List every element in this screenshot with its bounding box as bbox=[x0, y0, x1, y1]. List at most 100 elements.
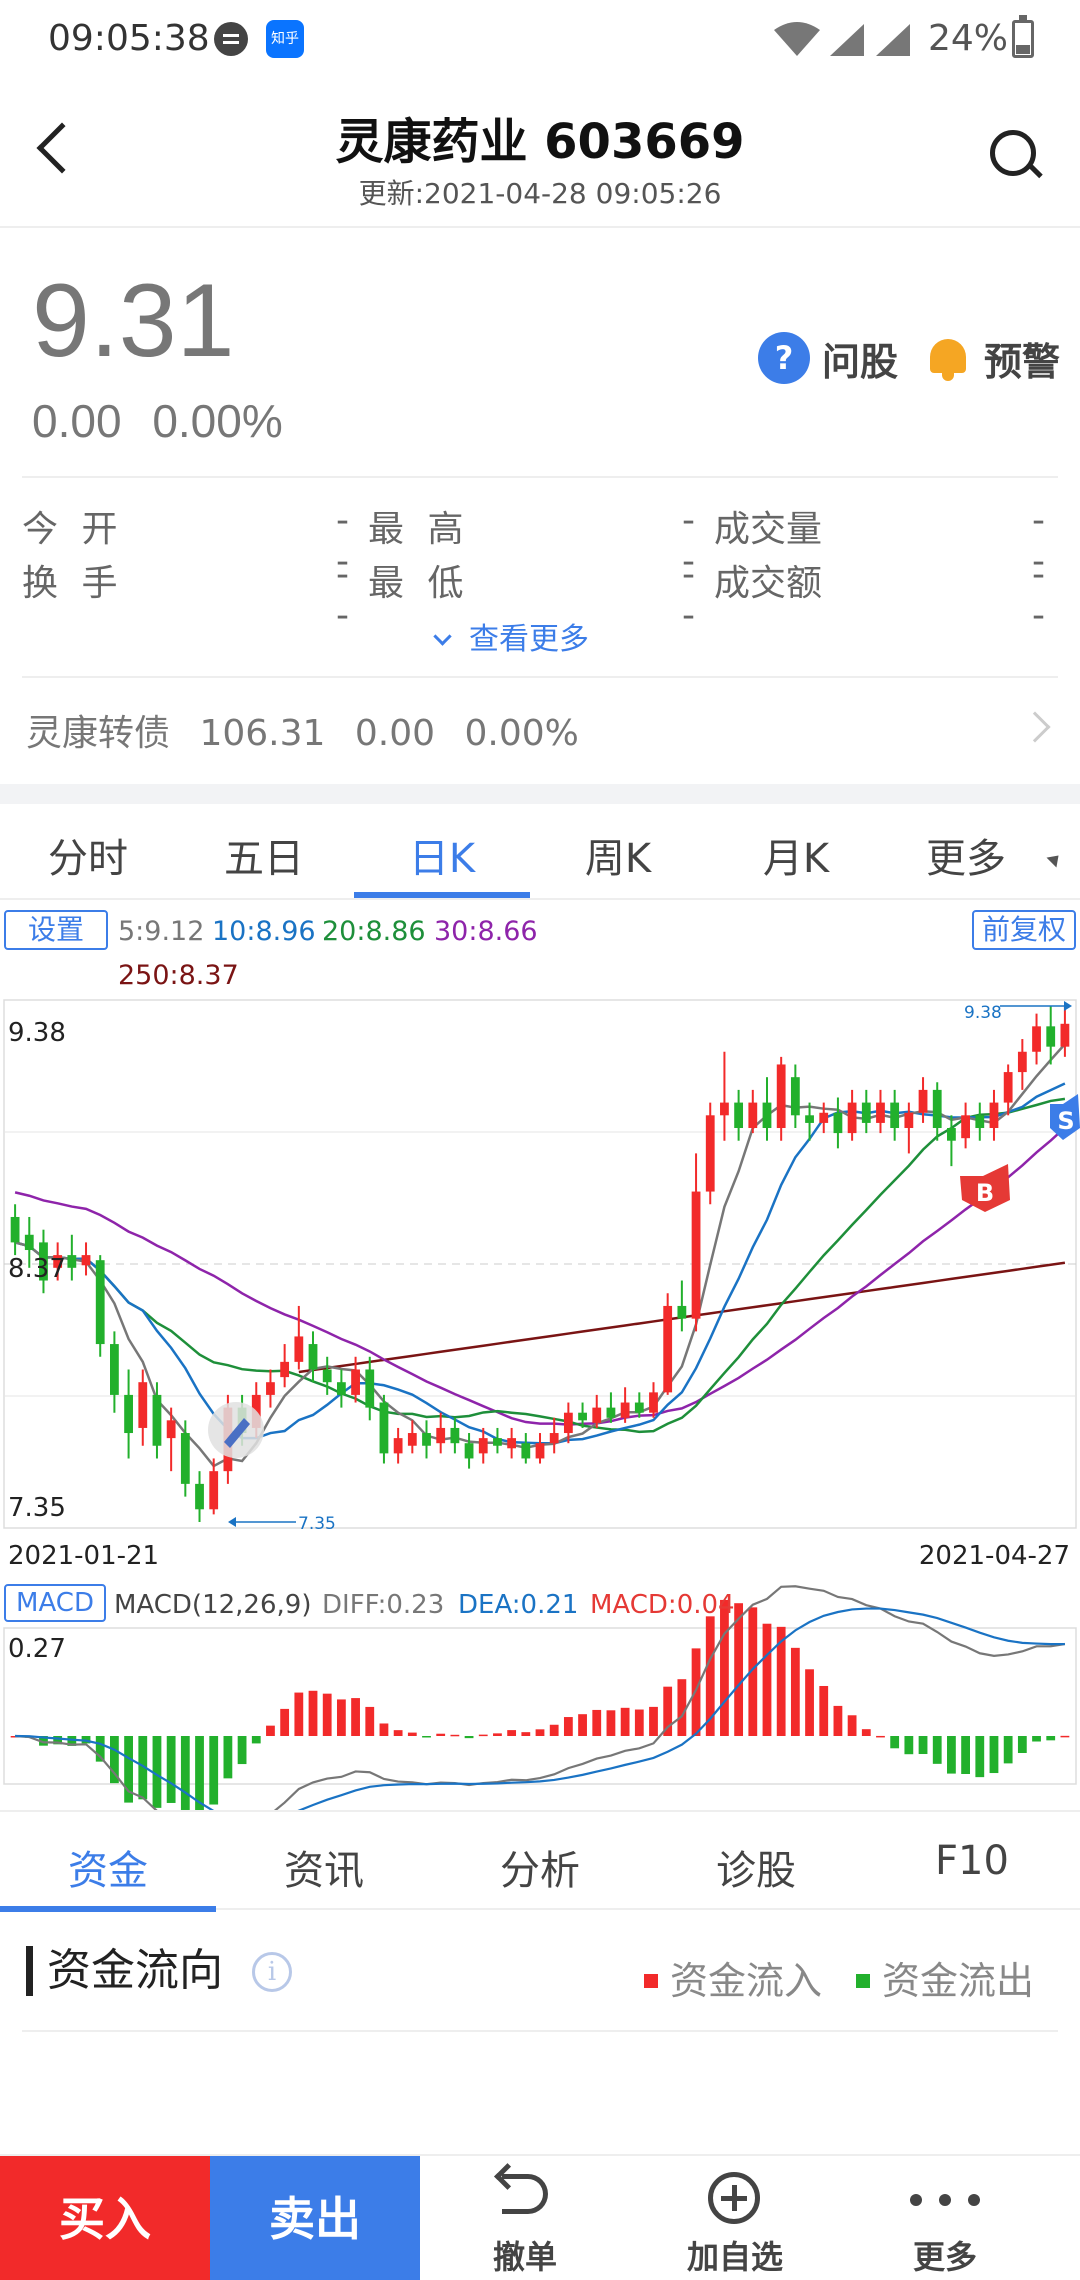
candle-body bbox=[209, 1471, 219, 1510]
high-marker-label: 9.38 bbox=[964, 1003, 1002, 1023]
candle-body bbox=[563, 1412, 573, 1434]
macd-bar bbox=[932, 1736, 942, 1764]
candle-body bbox=[308, 1344, 318, 1370]
macd-bar bbox=[805, 1669, 814, 1736]
macd-bar bbox=[961, 1736, 970, 1774]
macd-bar bbox=[493, 1733, 502, 1736]
candle-body bbox=[1032, 1026, 1041, 1052]
tab-news[interactable]: 资讯 bbox=[216, 1838, 432, 1896]
candle-body bbox=[762, 1102, 772, 1129]
macd-bar bbox=[904, 1736, 914, 1755]
candle-body bbox=[720, 1102, 729, 1116]
candle-body bbox=[507, 1438, 517, 1449]
sell-signal-label: S bbox=[1057, 1107, 1074, 1135]
buy-signal-label: B bbox=[976, 1179, 994, 1207]
more-dots-icon bbox=[910, 2194, 980, 2206]
candle-body bbox=[450, 1427, 460, 1444]
macd-bar bbox=[989, 1736, 999, 1774]
more-button[interactable]: 更多 bbox=[840, 2156, 1050, 2280]
macd-bar bbox=[762, 1623, 772, 1736]
candle-body bbox=[606, 1407, 616, 1418]
macd-bar bbox=[336, 1699, 346, 1736]
candle-body bbox=[351, 1369, 360, 1395]
undo-icon bbox=[502, 2174, 548, 2214]
candle-body bbox=[876, 1102, 885, 1123]
bottom-action-bar: 买入 卖出 撤单 加自选 更多 bbox=[0, 2154, 1080, 2280]
candle-body bbox=[81, 1255, 91, 1266]
legend-outflow: 资金流出 bbox=[856, 1950, 1034, 2005]
candle-body bbox=[776, 1064, 786, 1129]
candle-body bbox=[890, 1102, 900, 1129]
candle-body bbox=[549, 1433, 559, 1444]
macd-bar bbox=[308, 1690, 318, 1736]
macd-bar bbox=[450, 1734, 460, 1737]
info-icon[interactable]: i bbox=[252, 1952, 292, 1992]
cancel-order-button[interactable]: 撤单 bbox=[420, 2156, 630, 2280]
k-axis-max: 9.38 bbox=[8, 1018, 66, 1048]
stock-chart[interactable]: 9.38 8.37 7.35 2021-01-21 2021-04-27 9.3… bbox=[0, 0, 1080, 1810]
low-marker-label: 7.35 bbox=[298, 1514, 336, 1534]
drawing-tool-icon[interactable] bbox=[208, 1402, 264, 1458]
macd-bar bbox=[507, 1730, 517, 1736]
candle-body bbox=[677, 1305, 687, 1319]
macd-bar bbox=[634, 1709, 644, 1736]
buy-button[interactable]: 买入 bbox=[0, 2156, 210, 2280]
candle-body bbox=[705, 1115, 715, 1192]
macd-bar bbox=[606, 1710, 616, 1736]
candle-body bbox=[535, 1443, 545, 1459]
ma30-line bbox=[14, 1126, 1066, 1426]
candle-body bbox=[365, 1369, 375, 1408]
tab-f10[interactable]: F10 bbox=[864, 1838, 1080, 1884]
candle-body bbox=[166, 1420, 176, 1439]
ma10-line bbox=[14, 1082, 1066, 1445]
add-watchlist-button[interactable]: 加自选 bbox=[630, 2156, 840, 2280]
legend-inflow-label: 资金流入 bbox=[670, 1959, 823, 2003]
macd-bar bbox=[790, 1647, 800, 1736]
candle-body bbox=[989, 1102, 999, 1129]
add-watchlist-label: 加自选 bbox=[686, 2238, 783, 2276]
candle-body bbox=[847, 1102, 857, 1134]
candle-body bbox=[961, 1115, 970, 1139]
candle-body bbox=[195, 1483, 204, 1510]
candle-body bbox=[294, 1336, 304, 1362]
macd-bar bbox=[677, 1679, 687, 1736]
legend-outflow-label: 资金流出 bbox=[882, 1959, 1035, 2003]
active-tab-indicator bbox=[0, 1906, 216, 1912]
macd-bar bbox=[1003, 1736, 1013, 1764]
candle-body bbox=[436, 1427, 446, 1444]
candle-body bbox=[24, 1234, 34, 1251]
candle-body bbox=[493, 1438, 502, 1446]
sell-button[interactable]: 卖出 bbox=[210, 2156, 420, 2280]
tab-capital[interactable]: 资金 bbox=[0, 1838, 216, 1896]
macd-chart-frame bbox=[3, 1627, 1077, 1785]
macd-indicator-button[interactable]: MACD bbox=[4, 1584, 106, 1622]
macd-bar bbox=[195, 1736, 204, 1810]
candle-body bbox=[975, 1115, 985, 1129]
macd-bar bbox=[1017, 1736, 1027, 1754]
tab-analysis[interactable]: 分析 bbox=[432, 1838, 648, 1896]
macd-diff: DIFF:0.23 bbox=[322, 1590, 445, 1620]
candle-body bbox=[1046, 1026, 1056, 1047]
tab-diagnosis[interactable]: 诊股 bbox=[648, 1838, 864, 1896]
macd-bar bbox=[464, 1736, 474, 1739]
candle-body bbox=[918, 1089, 928, 1113]
candle-body bbox=[407, 1433, 417, 1446]
macd-bar bbox=[649, 1706, 658, 1736]
legend-inflow: 资金流入 bbox=[644, 1950, 822, 2005]
candle-body bbox=[180, 1433, 190, 1484]
candle-body bbox=[1017, 1051, 1027, 1073]
macd-axis-max: 0.27 bbox=[8, 1634, 66, 1664]
candle-body bbox=[691, 1191, 701, 1319]
macd-bar bbox=[436, 1733, 446, 1736]
macd-bar bbox=[918, 1736, 928, 1755]
candle-body bbox=[734, 1102, 744, 1129]
macd-bar bbox=[890, 1736, 900, 1749]
macd-bar bbox=[266, 1725, 275, 1736]
macd-bar bbox=[251, 1736, 261, 1744]
macd-bar bbox=[947, 1736, 956, 1774]
macd-bar bbox=[209, 1736, 219, 1805]
candle-body bbox=[634, 1402, 644, 1413]
candle-body bbox=[152, 1394, 162, 1446]
date-start: 2021-01-21 bbox=[8, 1541, 159, 1571]
macd-bar bbox=[365, 1706, 375, 1736]
